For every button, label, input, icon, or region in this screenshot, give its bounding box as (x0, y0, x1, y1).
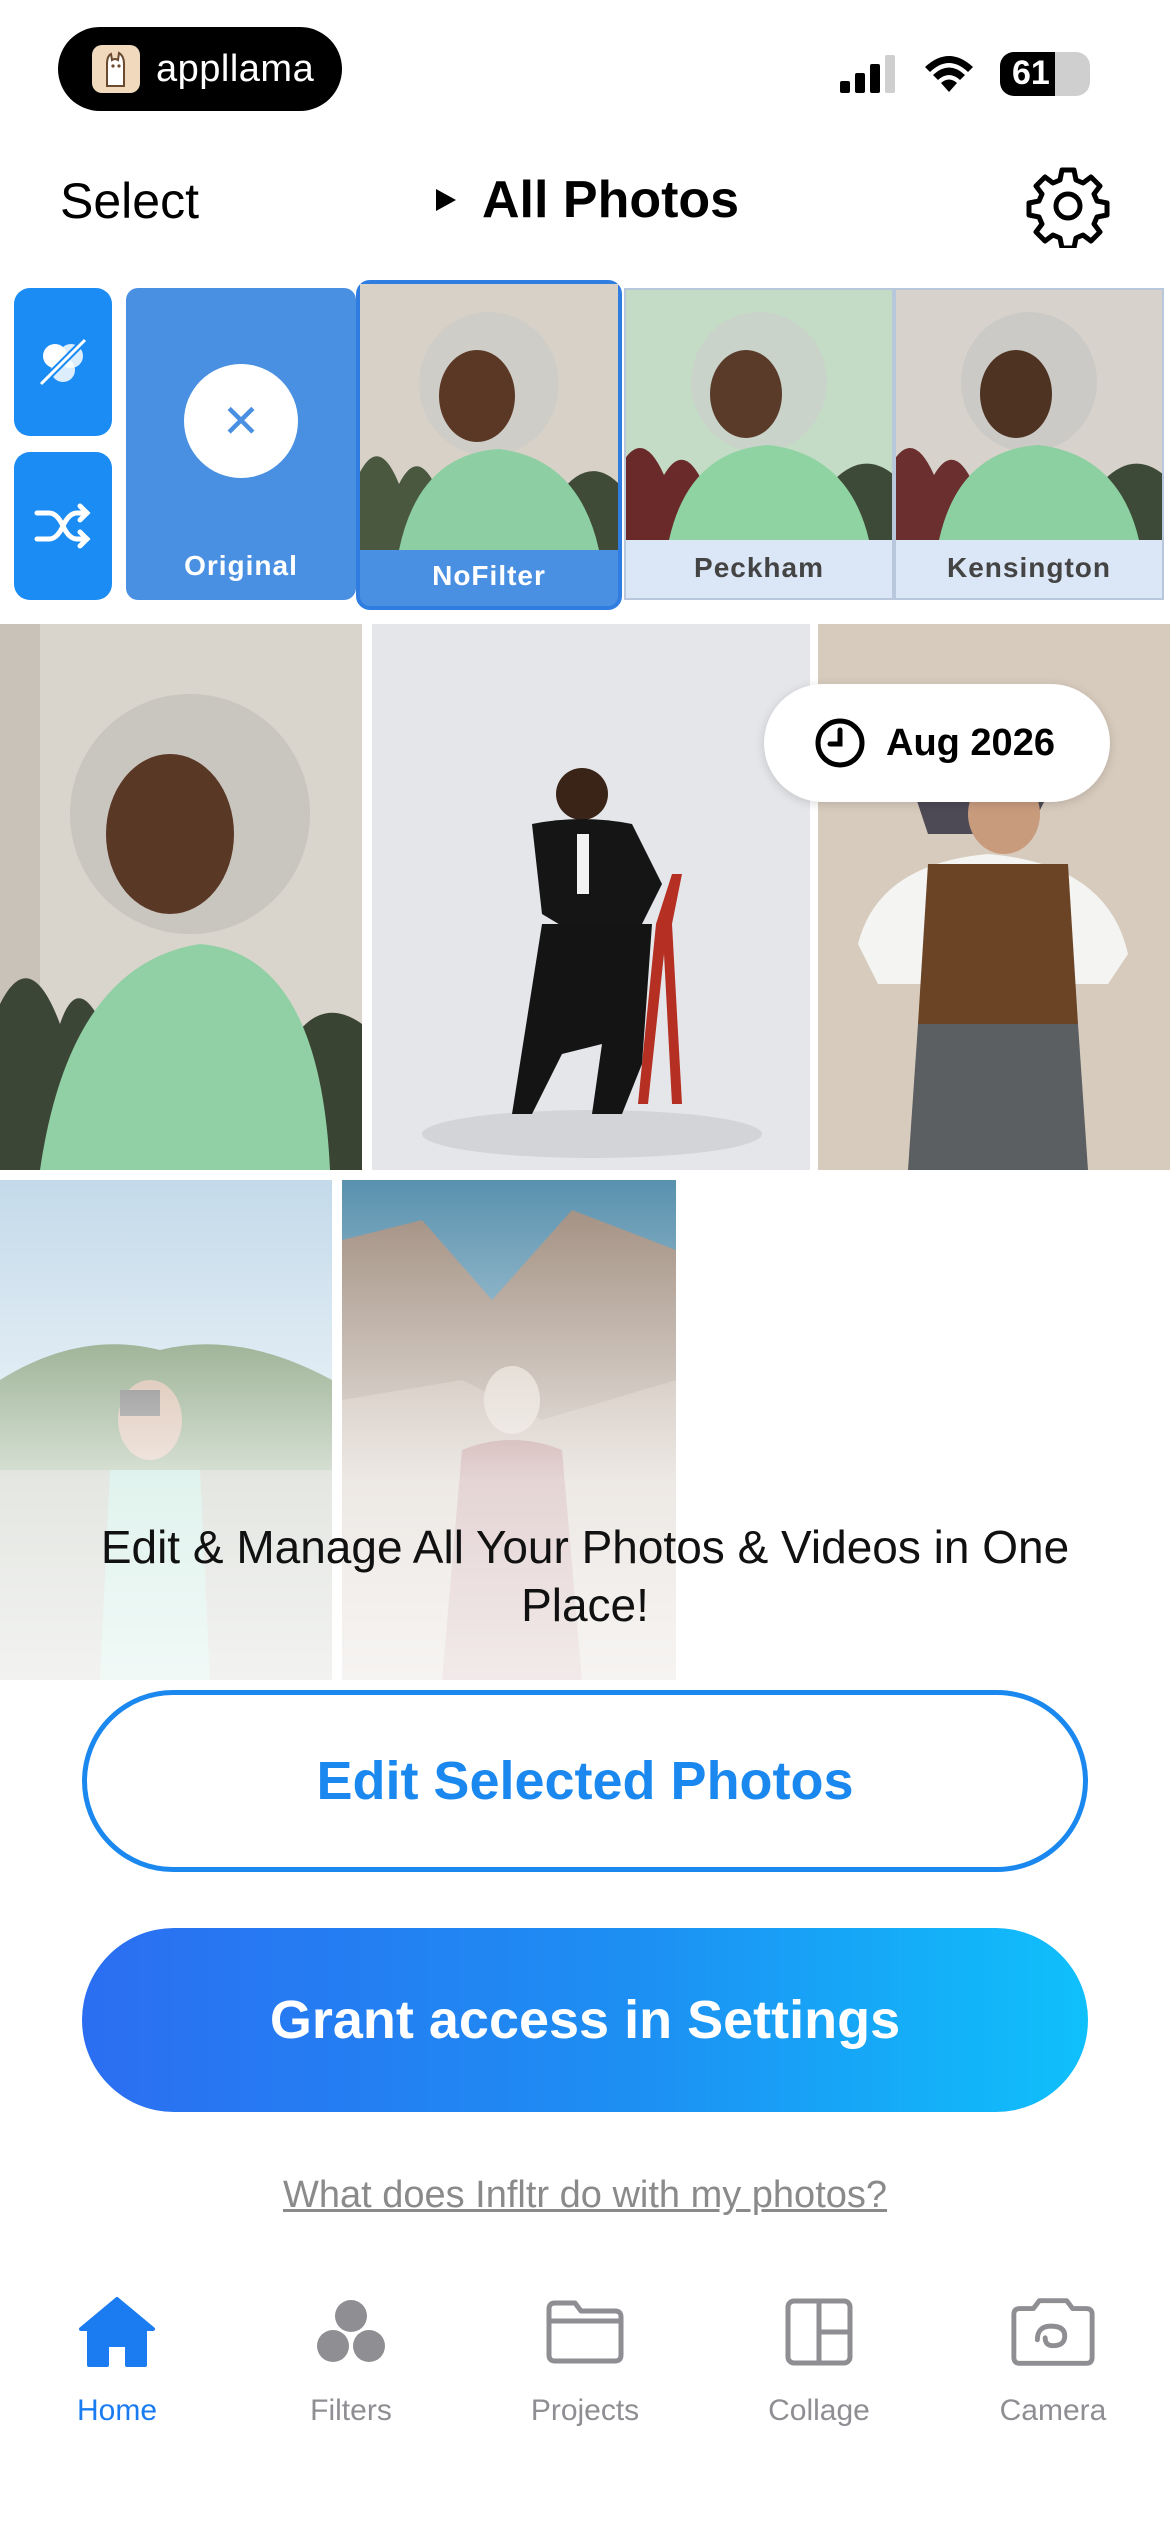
tab-projects[interactable]: Projects (468, 2290, 702, 2428)
tab-collage[interactable]: Collage (702, 2290, 936, 2428)
photo-thumbnail[interactable] (0, 624, 362, 1170)
filter-original[interactable]: ✕ Original (126, 288, 356, 600)
filter-nofilter[interactable]: NoFilter (356, 280, 622, 610)
hide-filter-button[interactable] (14, 288, 112, 436)
permission-headline: Edit & Manage All Your Photos & Videos i… (100, 1521, 1070, 1631)
signal-icon (840, 55, 895, 93)
close-icon: ✕ (184, 364, 298, 478)
llama-logo-icon (92, 45, 140, 93)
shuffle-icon (34, 503, 91, 549)
home-icon (79, 2297, 155, 2367)
filter-label: Kensington (947, 552, 1111, 583)
album-picker[interactable]: All Photos (436, 170, 739, 230)
shuffle-button[interactable] (14, 452, 112, 600)
filter-thumbnail (896, 290, 1162, 540)
folder-icon (546, 2300, 624, 2364)
date-scrubber[interactable]: Aug 2026 (764, 684, 1110, 802)
battery-indicator: 61 (1000, 52, 1090, 96)
filter-thumbnail (626, 290, 892, 540)
wifi-icon (925, 56, 973, 92)
filter-peckham[interactable]: Peckham (624, 288, 894, 600)
filter-kensington[interactable]: Kensington (894, 288, 1164, 600)
tab-label: Projects (530, 2394, 640, 2427)
filter-label: Original (184, 550, 298, 581)
filter-thumbnail (360, 284, 618, 550)
privacy-help-link[interactable]: What does Infltr do with my photos? (0, 2174, 1170, 2217)
status-icons: 61 (840, 52, 1090, 96)
collage-icon (785, 2298, 853, 2366)
filter-off-icon (38, 337, 88, 387)
filter-label: Peckham (694, 552, 824, 583)
camera-icon (1011, 2298, 1095, 2366)
grant-access-button[interactable]: Grant access in Settings (82, 1928, 1088, 2112)
tab-label: Home (76, 2394, 158, 2427)
photo-thumbnail[interactable] (372, 624, 810, 1170)
play-triangle-icon (436, 189, 456, 211)
app-badge: appllama (58, 27, 342, 111)
settings-gear-icon[interactable] (1026, 164, 1110, 248)
album-title: All Photos (482, 171, 740, 229)
filters-icon (317, 2300, 385, 2362)
tab-label: Filters (310, 2394, 392, 2427)
tab-camera[interactable]: Camera (936, 2290, 1170, 2428)
brand-name: appllama (156, 47, 315, 90)
clock-icon (815, 718, 865, 768)
tab-label: Camera (999, 2394, 1107, 2427)
tab-home[interactable]: Home (0, 2290, 234, 2428)
date-label: Aug 2026 (886, 721, 1055, 764)
tab-label: Collage (768, 2394, 870, 2427)
edit-selected-photos-button[interactable]: Edit Selected Photos (82, 1690, 1088, 1872)
select-button[interactable]: Select (60, 172, 199, 230)
battery-level: 61 (1012, 54, 1050, 92)
tab-filters[interactable]: Filters (234, 2290, 468, 2428)
filter-label: NoFilter (432, 560, 546, 591)
